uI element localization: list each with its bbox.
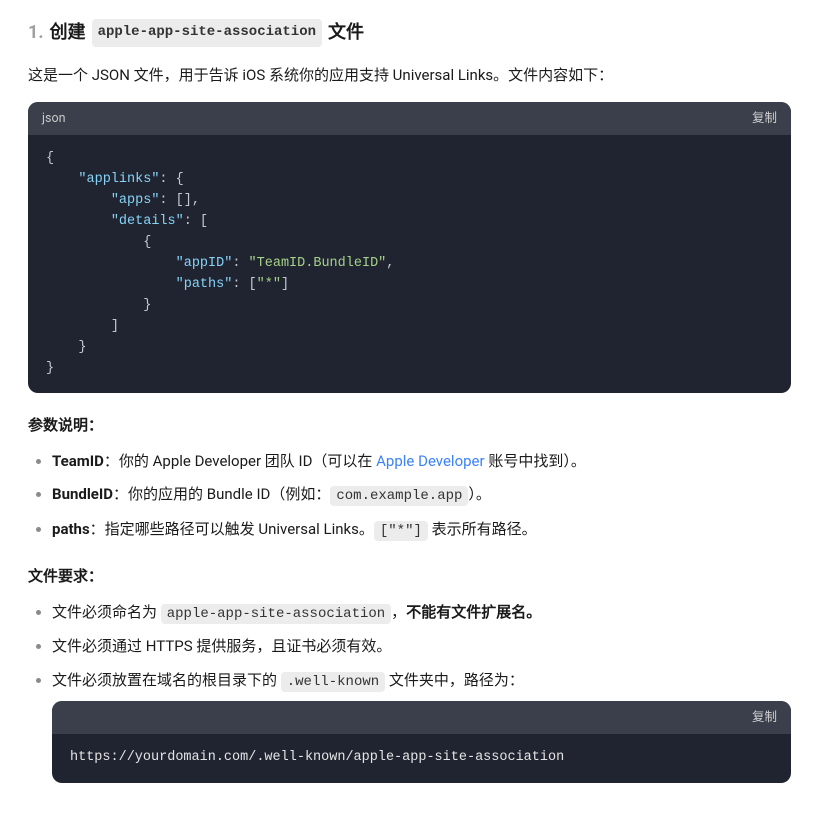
apple-developer-link[interactable]: Apple Developer: [376, 452, 484, 470]
code-key: "apps": [111, 193, 160, 208]
param-key: BundleID: [52, 485, 113, 503]
code-line: ]: [111, 319, 119, 334]
param-text: ）。: [468, 485, 491, 503]
param-code: com.example.app: [330, 486, 468, 506]
code-key: "applinks": [78, 172, 159, 187]
req-text: ，: [391, 603, 406, 621]
code-punc: ]: [281, 277, 289, 292]
copy-button[interactable]: 复制: [752, 108, 777, 129]
code-punc: : [],: [159, 193, 200, 208]
list-item: TeamID：你的 Apple Developer 团队 ID（可以在 Appl…: [52, 449, 791, 475]
code-content: https://yourdomain.com/.well-known/apple…: [52, 734, 791, 783]
param-text: ：你的 Apple Developer 团队 ID（可以在: [104, 452, 376, 470]
code-header: 复制: [52, 701, 791, 734]
code-punc: : {: [159, 172, 183, 187]
list-item: 文件必须通过 HTTPS 提供服务，且证书必须有效。: [52, 634, 791, 660]
code-block-json: json 复制 { "applinks": { "apps": [], "det…: [28, 102, 791, 393]
list-item: 文件必须命名为 apple-app-site-association，不能有文件…: [52, 600, 791, 627]
list-item: 文件必须放置在域名的根目录下的 .well-known 文件夹中，路径为： 复制…: [52, 668, 791, 783]
heading-suffix: 文件: [328, 18, 364, 49]
list-item: BundleID：你的应用的 Bundle ID（例如：com.example.…: [52, 482, 791, 509]
req-code: apple-app-site-association: [161, 604, 391, 624]
section-heading: 1. 创建 apple-app-site-association 文件: [28, 18, 791, 49]
code-key: "paths": [176, 277, 233, 292]
code-line: {: [46, 151, 54, 166]
code-string: "*": [257, 277, 281, 292]
code-key: "appID": [176, 256, 233, 271]
code-punc: : [: [232, 277, 256, 292]
list-item: paths：指定哪些路径可以触发 Universal Links。["*"] 表…: [52, 517, 791, 544]
param-key: TeamID: [52, 452, 104, 470]
req-text: 文件必须放置在域名的根目录下的: [52, 671, 281, 689]
code-line: {: [143, 235, 151, 250]
req-text: 文件夹中，路径为：: [385, 671, 524, 689]
copy-button[interactable]: 复制: [752, 707, 777, 728]
param-key: paths: [52, 520, 90, 538]
code-line: https://yourdomain.com/.well-known/apple…: [70, 750, 564, 765]
requirements-list: 文件必须命名为 apple-app-site-association，不能有文件…: [28, 600, 791, 783]
code-line: }: [46, 361, 54, 376]
code-string: "TeamID.BundleID": [249, 256, 387, 271]
param-text: 表示所有路径。: [428, 520, 537, 538]
code-line: }: [143, 298, 151, 313]
params-list: TeamID：你的 Apple Developer 团队 ID（可以在 Appl…: [28, 449, 791, 544]
code-key: "details": [111, 214, 184, 229]
code-lang-label: json: [42, 108, 65, 129]
code-line: }: [78, 340, 86, 355]
code-punc: : [: [184, 214, 208, 229]
params-title: 参数说明：: [28, 413, 791, 439]
param-text: ：你的应用的 Bundle ID（例如：: [113, 485, 330, 503]
code-punc: :: [232, 256, 248, 271]
step-number: 1.: [28, 18, 44, 49]
req-code: .well-known: [281, 672, 385, 692]
code-punc: ,: [386, 256, 394, 271]
code-content: { "applinks": { "apps": [], "details": […: [28, 135, 791, 393]
param-text: ：指定哪些路径可以触发 Universal Links。: [90, 520, 374, 538]
code-header: json 复制: [28, 102, 791, 135]
intro-text: 这是一个 JSON 文件，用于告诉 iOS 系统你的应用支持 Universal…: [28, 63, 791, 89]
req-strong: 不能有文件扩展名。: [406, 603, 541, 621]
heading-prefix: 创建: [50, 18, 86, 49]
param-code: ["*"]: [374, 521, 428, 541]
requirements-title: 文件要求：: [28, 564, 791, 590]
param-text: 账号中找到）。: [485, 452, 586, 470]
req-text: 文件必须命名为: [52, 603, 161, 621]
heading-code: apple-app-site-association: [92, 19, 322, 47]
